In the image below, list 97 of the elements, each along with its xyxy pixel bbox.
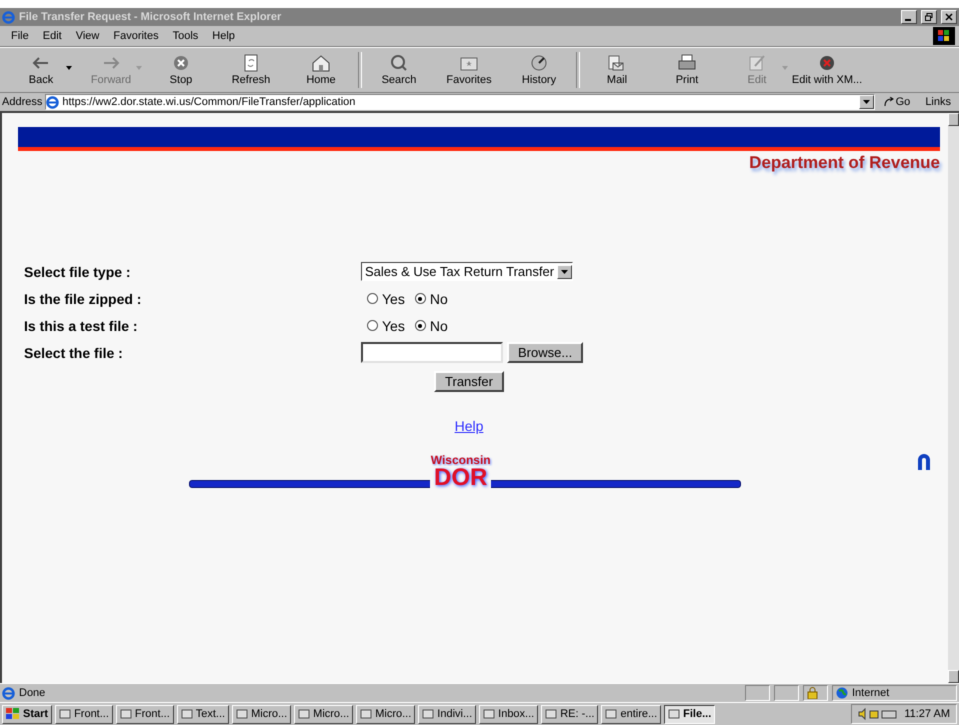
- stop-icon: [171, 54, 191, 72]
- links-button[interactable]: Links: [919, 96, 957, 108]
- radio-button[interactable]: [367, 320, 378, 331]
- app-icon: [360, 708, 372, 720]
- radio-label: Yes: [382, 290, 405, 306]
- toolbar-button[interactable]: Edit with XM...: [792, 54, 862, 86]
- department-title: Department of Revenue: [749, 153, 940, 173]
- field-label: Is the file zipped :: [24, 290, 142, 306]
- transfer-button[interactable]: Transfer: [434, 371, 504, 392]
- close-button[interactable]: [941, 10, 957, 24]
- field-label: Select the file :: [24, 344, 124, 360]
- app-icon: [422, 708, 434, 720]
- menu-item[interactable]: File: [4, 30, 36, 42]
- edit-icon: [747, 54, 767, 72]
- app-icon: [59, 708, 72, 720]
- toolbar-button[interactable]: Back: [6, 54, 76, 86]
- globe-icon: [836, 687, 848, 699]
- address-label: Address: [2, 96, 42, 108]
- zone-text: Internet: [852, 687, 890, 699]
- home-icon: [311, 54, 331, 72]
- field-label: Select file type :: [24, 264, 132, 280]
- taskbar-item[interactable]: Inbox...: [479, 704, 538, 724]
- scrollbar[interactable]: [948, 113, 959, 683]
- radio-button[interactable]: [367, 293, 378, 304]
- radio-button[interactable]: [414, 293, 426, 304]
- windows-flag-icon: [6, 708, 20, 720]
- toolbar-button[interactable]: Print: [652, 54, 722, 86]
- app-icon: [668, 708, 680, 720]
- lock-icon: [807, 687, 818, 699]
- help-link[interactable]: Help: [454, 418, 484, 434]
- go-button[interactable]: Go: [878, 96, 916, 108]
- page-icon: [46, 96, 60, 108]
- app-icon: [483, 708, 496, 720]
- radio-label: No: [430, 318, 448, 334]
- windows-flag-icon: [938, 30, 950, 42]
- caret-icon[interactable]: [66, 66, 72, 70]
- app-icon: [605, 708, 618, 720]
- toolbar-button[interactable]: Refresh: [216, 54, 286, 86]
- taskbar-item[interactable]: File...: [664, 704, 716, 724]
- menu-item[interactable]: Tools: [166, 30, 206, 42]
- taskbar-item[interactable]: Front...: [116, 704, 174, 724]
- close-icon: [945, 13, 953, 21]
- logo-text: DOR: [430, 466, 492, 490]
- radio-label: No: [430, 290, 448, 306]
- tray-icons-drawing: [858, 708, 898, 720]
- window-title: File Transfer Request - Microsoft Internet Explorer: [19, 11, 282, 23]
- logo-subtitle: Wisconsin: [430, 454, 491, 466]
- toolbar-button[interactable]: Home: [286, 54, 356, 86]
- start-button[interactable]: Start: [2, 704, 52, 724]
- taskbar-item[interactable]: entire...: [601, 704, 662, 724]
- file-type-select[interactable]: Sales & Use Tax Return Transfer: [361, 262, 574, 281]
- toolbar-button[interactable]: Search: [364, 54, 434, 86]
- printer-icon: [677, 54, 697, 72]
- search-icon: [389, 54, 409, 72]
- radio-label: Yes: [382, 318, 405, 334]
- app-icon: [545, 708, 558, 720]
- toolbar-button[interactable]: Mail: [582, 54, 652, 86]
- status-text: Done: [19, 687, 46, 699]
- taskbar-item[interactable]: Front...: [55, 704, 113, 724]
- file-input-field[interactable]: [361, 342, 503, 363]
- app-icon: [180, 708, 193, 720]
- app-icon: [120, 708, 132, 720]
- app-icon: [236, 708, 248, 720]
- arch-icon[interactable]: [916, 452, 932, 470]
- taskbar-item[interactable]: Text...: [176, 704, 230, 724]
- address-text: https://ww2.dor.state.wi.us/Common/FileTransfer/application: [62, 96, 356, 108]
- browse-button[interactable]: Browse...: [507, 342, 584, 363]
- restore-button[interactable]: [921, 10, 937, 24]
- status-pane: [745, 685, 770, 701]
- taskbar-item[interactable]: RE: -...: [541, 704, 598, 724]
- page-icon: [2, 686, 15, 700]
- taskbar-item[interactable]: Micro...: [232, 704, 292, 724]
- xm-icon: [817, 54, 837, 72]
- clock: 11:27 AM: [904, 708, 950, 720]
- menu-item[interactable]: View: [68, 30, 106, 42]
- go-arrow-icon: [884, 97, 894, 107]
- field-label: Is this a test file :: [24, 318, 139, 334]
- toolbar-button[interactable]: Stop: [146, 54, 216, 86]
- address-field[interactable]: https://ww2.dor.state.wi.us/Common/FileTransfer/application: [45, 94, 875, 110]
- caret-icon: [561, 270, 568, 274]
- taskbar-item[interactable]: Micro...: [356, 704, 416, 724]
- menu-item[interactable]: Edit: [36, 30, 69, 42]
- caret-icon: [862, 100, 870, 104]
- restore-icon: [925, 13, 933, 21]
- ie-logo-icon: [2, 10, 15, 24]
- status-pane: [774, 685, 799, 701]
- menu-item[interactable]: Favorites: [106, 30, 166, 42]
- taskbar-item[interactable]: Micro...: [294, 704, 354, 724]
- dropdown-button[interactable]: [858, 95, 874, 109]
- minimize-button[interactable]: [901, 10, 917, 24]
- dropdown-button[interactable]: [557, 264, 572, 278]
- toolbar-button[interactable]: History: [504, 54, 574, 86]
- menu-item[interactable]: Help: [205, 30, 242, 42]
- toolbar-button[interactable]: Favorites: [434, 54, 504, 86]
- taskbar-item[interactable]: Indivi...: [418, 704, 476, 724]
- app-icon: [298, 708, 310, 720]
- radio-button[interactable]: [414, 320, 426, 331]
